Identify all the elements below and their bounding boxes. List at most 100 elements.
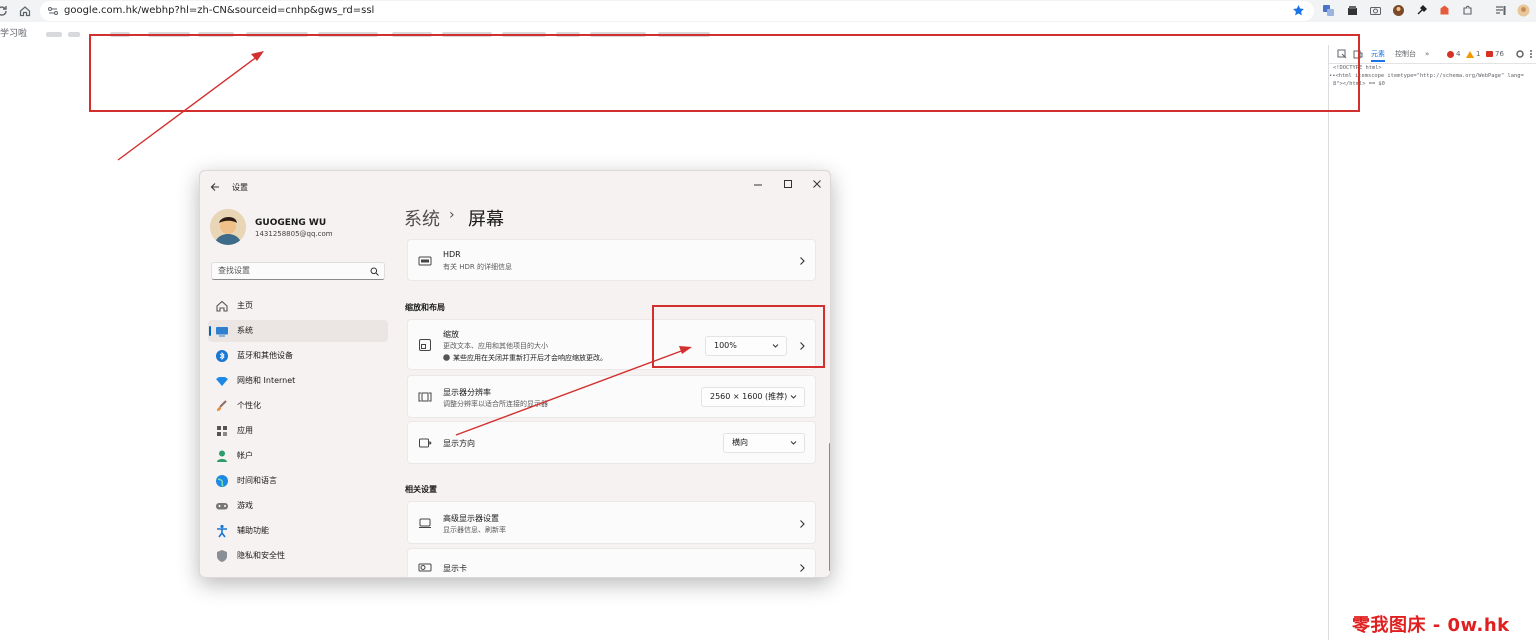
nav-label: 辅助功能 <box>237 526 269 535</box>
brush-icon <box>217 400 227 411</box>
address-bar[interactable]: google.com.hk/webhp?hl=zh-CN&sourceid=cn… <box>40 1 1314 21</box>
error-count[interactable]: 4 <box>1456 48 1460 60</box>
accessibility-icon <box>217 524 227 538</box>
user-portrait-icon <box>210 209 246 245</box>
advanced-display-title: 高级显示器设置 <box>443 514 499 523</box>
nav-item-apps[interactable]: 应用 <box>208 420 388 442</box>
nav-item-system[interactable]: 系统 <box>208 320 388 342</box>
search-icon[interactable] <box>370 267 379 276</box>
hdr-card[interactable]: HDR 有关 HDR 的详细信息 <box>407 239 816 281</box>
extensions-puzzle-icon[interactable] <box>1461 4 1474 17</box>
nav-item-accessibility[interactable]: 辅助功能 <box>208 520 388 542</box>
chevron-right-icon[interactable] <box>798 256 806 266</box>
camera-icon[interactable] <box>1369 4 1382 17</box>
resolution-card[interactable]: 显示器分辨率 调整分辨率以适合所连接的显示器 2560 × 1600 (推荐) <box>407 375 816 418</box>
nav-item-gaming[interactable]: 游戏 <box>208 495 388 517</box>
hdr-icon <box>418 256 432 266</box>
nav-label: 网络和 Internet <box>237 376 296 385</box>
window-title: 设置 <box>232 183 248 192</box>
devtools-tab-console[interactable]: 控制台 <box>1395 48 1416 60</box>
user-name: GUOGENG WU <box>255 218 327 228</box>
orientation-card[interactable]: 显示方向 横向 <box>407 421 816 464</box>
nav-label: 游戏 <box>237 501 253 510</box>
translate-icon[interactable] <box>1322 4 1335 17</box>
user-email: 1431258805@qq.com <box>255 230 333 238</box>
nav-label: 时间和语言 <box>237 476 277 485</box>
orientation-dropdown[interactable]: 横向 <box>723 433 805 453</box>
gpu-icon <box>418 563 432 572</box>
site-settings-icon[interactable] <box>47 5 59 17</box>
resolution-dropdown[interactable]: 2560 × 1600 (推荐) <box>701 387 805 407</box>
resolution-value: 2560 × 1600 (推荐) <box>710 392 788 401</box>
advanced-display-card[interactable]: 高级显示器设置 显示器信息、刷新率 <box>407 501 816 544</box>
extension-store-icon[interactable] <box>1346 4 1359 17</box>
scale-title: 缩放 <box>443 330 459 339</box>
nav-item-bluetooth[interactable]: 蓝牙和其他设备 <box>208 345 388 367</box>
gear-icon[interactable] <box>1515 49 1525 59</box>
hdr-subtitle: 有关 HDR 的详细信息 <box>443 263 512 271</box>
back-arrow-icon[interactable] <box>210 182 220 192</box>
chevron-down-icon <box>790 395 797 399</box>
url-text[interactable]: google.com.hk/webhp?hl=zh-CN&sourceid=cn… <box>64 1 374 21</box>
nav-label: 主页 <box>237 301 253 310</box>
chevron-right-icon[interactable] <box>798 519 806 529</box>
profile-avatar-icon[interactable] <box>1517 4 1530 17</box>
avatar[interactable] <box>210 209 246 245</box>
search-placeholder: 查找设置 <box>218 266 250 275</box>
page-title: 屏幕 <box>468 209 504 230</box>
nav-item-personalization[interactable]: 个性化 <box>208 395 388 417</box>
chevron-down-icon <box>790 441 797 445</box>
message-icon <box>1486 51 1493 57</box>
home-icon[interactable] <box>18 4 32 18</box>
nav-label: 个性化 <box>237 401 261 410</box>
devtools-tabbar: 元素 控制台 » 4 1 76 <box>1329 45 1536 64</box>
bookmark-star-icon[interactable] <box>1292 4 1305 17</box>
nav-label: 蓝牙和其他设备 <box>237 351 293 360</box>
graphics-card[interactable]: 显示卡 <box>407 548 816 577</box>
nav-item-accounts[interactable]: 帐户 <box>208 445 388 467</box>
graphics-title: 显示卡 <box>443 564 467 573</box>
nav-label: 应用 <box>237 426 253 435</box>
nav-item-network[interactable]: 网络和 Internet <box>208 370 388 392</box>
chevron-right-icon[interactable] <box>798 563 806 573</box>
extension-red-icon[interactable] <box>1438 4 1451 17</box>
annotation-box-scale <box>652 305 825 368</box>
warning-count[interactable]: 1 <box>1476 48 1480 60</box>
watermark: 零我图床 - 0w.hk <box>1352 615 1510 636</box>
orientation-value: 横向 <box>732 438 748 447</box>
nav-label: 帐户 <box>237 451 253 460</box>
bookmark-item-blurred[interactable] <box>46 32 62 37</box>
extension-avatar-icon[interactable] <box>1392 4 1405 17</box>
selected-indicator <box>209 326 211 336</box>
account-icon <box>217 450 227 462</box>
annotation-box-page-area <box>89 34 1360 112</box>
scale-icon <box>419 339 431 351</box>
devtools-more-tabs[interactable]: » <box>1425 48 1429 60</box>
scrollbar[interactable] <box>829 443 830 571</box>
nav-item-time-language[interactable]: 时间和语言 <box>208 470 388 492</box>
section-heading-related: 相关设置 <box>405 485 437 494</box>
scale-note: 某些应用在关闭并重新打开后才会响应缩放更改。 <box>453 354 607 362</box>
system-icon <box>216 327 228 337</box>
devtools-tab-elements[interactable]: 元素 <box>1371 48 1385 62</box>
gamepad-icon <box>216 503 228 510</box>
advanced-display-subtitle: 显示器信息、刷新率 <box>443 526 506 534</box>
minimize-icon[interactable] <box>746 175 770 193</box>
nav-item-privacy[interactable]: 隐私和安全性 <box>208 545 388 567</box>
home-icon <box>216 300 228 312</box>
globe-icon <box>216 475 228 487</box>
bookmark-item-blurred[interactable] <box>68 32 80 37</box>
search-input[interactable]: 查找设置 <box>211 262 385 280</box>
eyedropper-icon[interactable] <box>1415 4 1428 17</box>
breadcrumb-parent[interactable]: 系统 <box>404 205 440 231</box>
reload-icon[interactable] <box>0 4 9 18</box>
close-icon[interactable] <box>805 175 829 193</box>
more-vert-icon[interactable] <box>1528 49 1534 59</box>
shield-icon <box>217 550 227 562</box>
bookmark-item[interactable]: 学习啦 <box>0 23 27 45</box>
monitor-icon <box>419 518 431 528</box>
nav-item-home[interactable]: 主页 <box>208 295 388 317</box>
reading-list-icon[interactable] <box>1494 4 1507 17</box>
message-count[interactable]: 76 <box>1495 48 1504 60</box>
maximize-icon[interactable] <box>776 175 800 193</box>
